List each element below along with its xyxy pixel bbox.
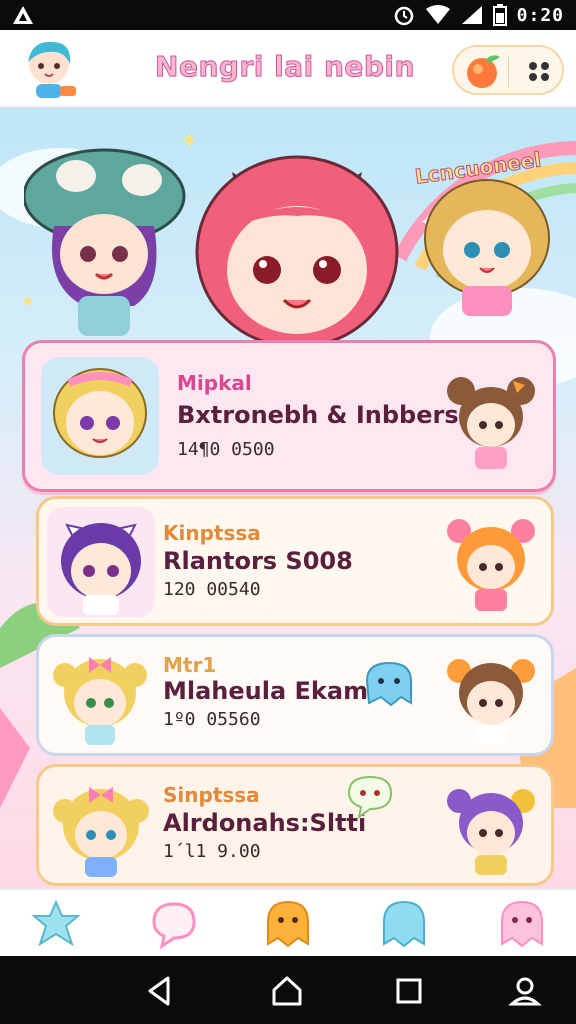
illustrated-scene: ✦ ✦ ✦ Lcncuoneel	[0, 108, 576, 888]
hat-girl-illustration	[24, 148, 186, 336]
pink-hair-girl-illustration	[195, 155, 399, 349]
card-avatar-blonde-bow	[53, 657, 147, 745]
chat-bubble-icon	[347, 775, 393, 819]
card-avatar-purple-hair	[447, 789, 535, 875]
status-bar: 0:20	[0, 0, 576, 30]
status-time: 0:20	[516, 4, 564, 26]
card-avatar-cat-ears	[47, 507, 155, 617]
header-actions	[452, 45, 564, 95]
card-subtitle: Mipkal	[177, 371, 252, 395]
profile-avatar-icon[interactable]	[16, 36, 82, 102]
pill-divider	[508, 55, 509, 87]
bottom-nav	[0, 888, 576, 956]
card-title: Rlantors S008	[163, 547, 353, 575]
system-nav-bar	[0, 956, 576, 1024]
home-icon[interactable]	[270, 974, 304, 1008]
card-meta: 14¶0 0500	[177, 439, 275, 460]
card-title: Bxtronebh & Inbbers	[177, 401, 459, 429]
battery-icon	[492, 4, 507, 26]
four-dots-menu-icon[interactable]	[522, 57, 556, 85]
recents-icon[interactable]	[392, 974, 426, 1008]
alarm-icon	[394, 6, 413, 26]
list-item[interactable]: Sinptssa Alrdonahs:Sltti 1´l1 9.00	[36, 764, 554, 886]
list-item[interactable]: Mipkal Bxtronebh & Inbbers 14¶0 0500	[22, 340, 556, 492]
star-blob-icon[interactable]	[30, 898, 82, 950]
signal-icon	[461, 6, 482, 24]
card-avatar-orange-hair	[447, 519, 535, 611]
carrot-fruit-icon[interactable]	[460, 51, 504, 91]
card-meta: 1´l1 9.00	[163, 841, 261, 862]
blue-ghost-icon	[365, 661, 412, 707]
back-icon[interactable]	[144, 974, 178, 1008]
card-subtitle: Sinptssa	[163, 783, 260, 807]
card-subtitle: Kinptssa	[163, 521, 261, 545]
speech-bubble-icon[interactable]	[148, 898, 200, 950]
card-subtitle: Mtr1	[163, 653, 217, 677]
card-title: Mlaheula Ekam	[163, 677, 369, 705]
card-title: Alrdonahs:Sltti	[163, 809, 367, 837]
card-avatar-brown-buns	[447, 377, 535, 469]
orange-blob-icon[interactable]	[262, 898, 314, 950]
list-item[interactable]: Mtr1 Mlaheula Ekam 1º0 05560	[36, 634, 554, 756]
wifi-icon	[425, 5, 450, 24]
app-notification-icon	[13, 6, 33, 24]
card-avatar-blonde-pink-bow	[53, 787, 149, 877]
card-avatar-blonde	[41, 357, 159, 475]
list-item[interactable]: Kinptssa Rlantors S008 120 00540	[36, 496, 554, 626]
pink-blob-icon[interactable]	[496, 898, 548, 950]
blue-blob-icon[interactable]	[378, 898, 430, 950]
card-meta: 1º0 05560	[163, 709, 261, 730]
app-header: Nengri lai nebin	[0, 30, 576, 108]
card-meta: 120 00540	[163, 579, 261, 600]
profile-icon[interactable]	[508, 974, 542, 1008]
app-title: Nengri lai nebin	[155, 50, 415, 84]
card-avatar-brown-orange-bows	[447, 659, 535, 745]
